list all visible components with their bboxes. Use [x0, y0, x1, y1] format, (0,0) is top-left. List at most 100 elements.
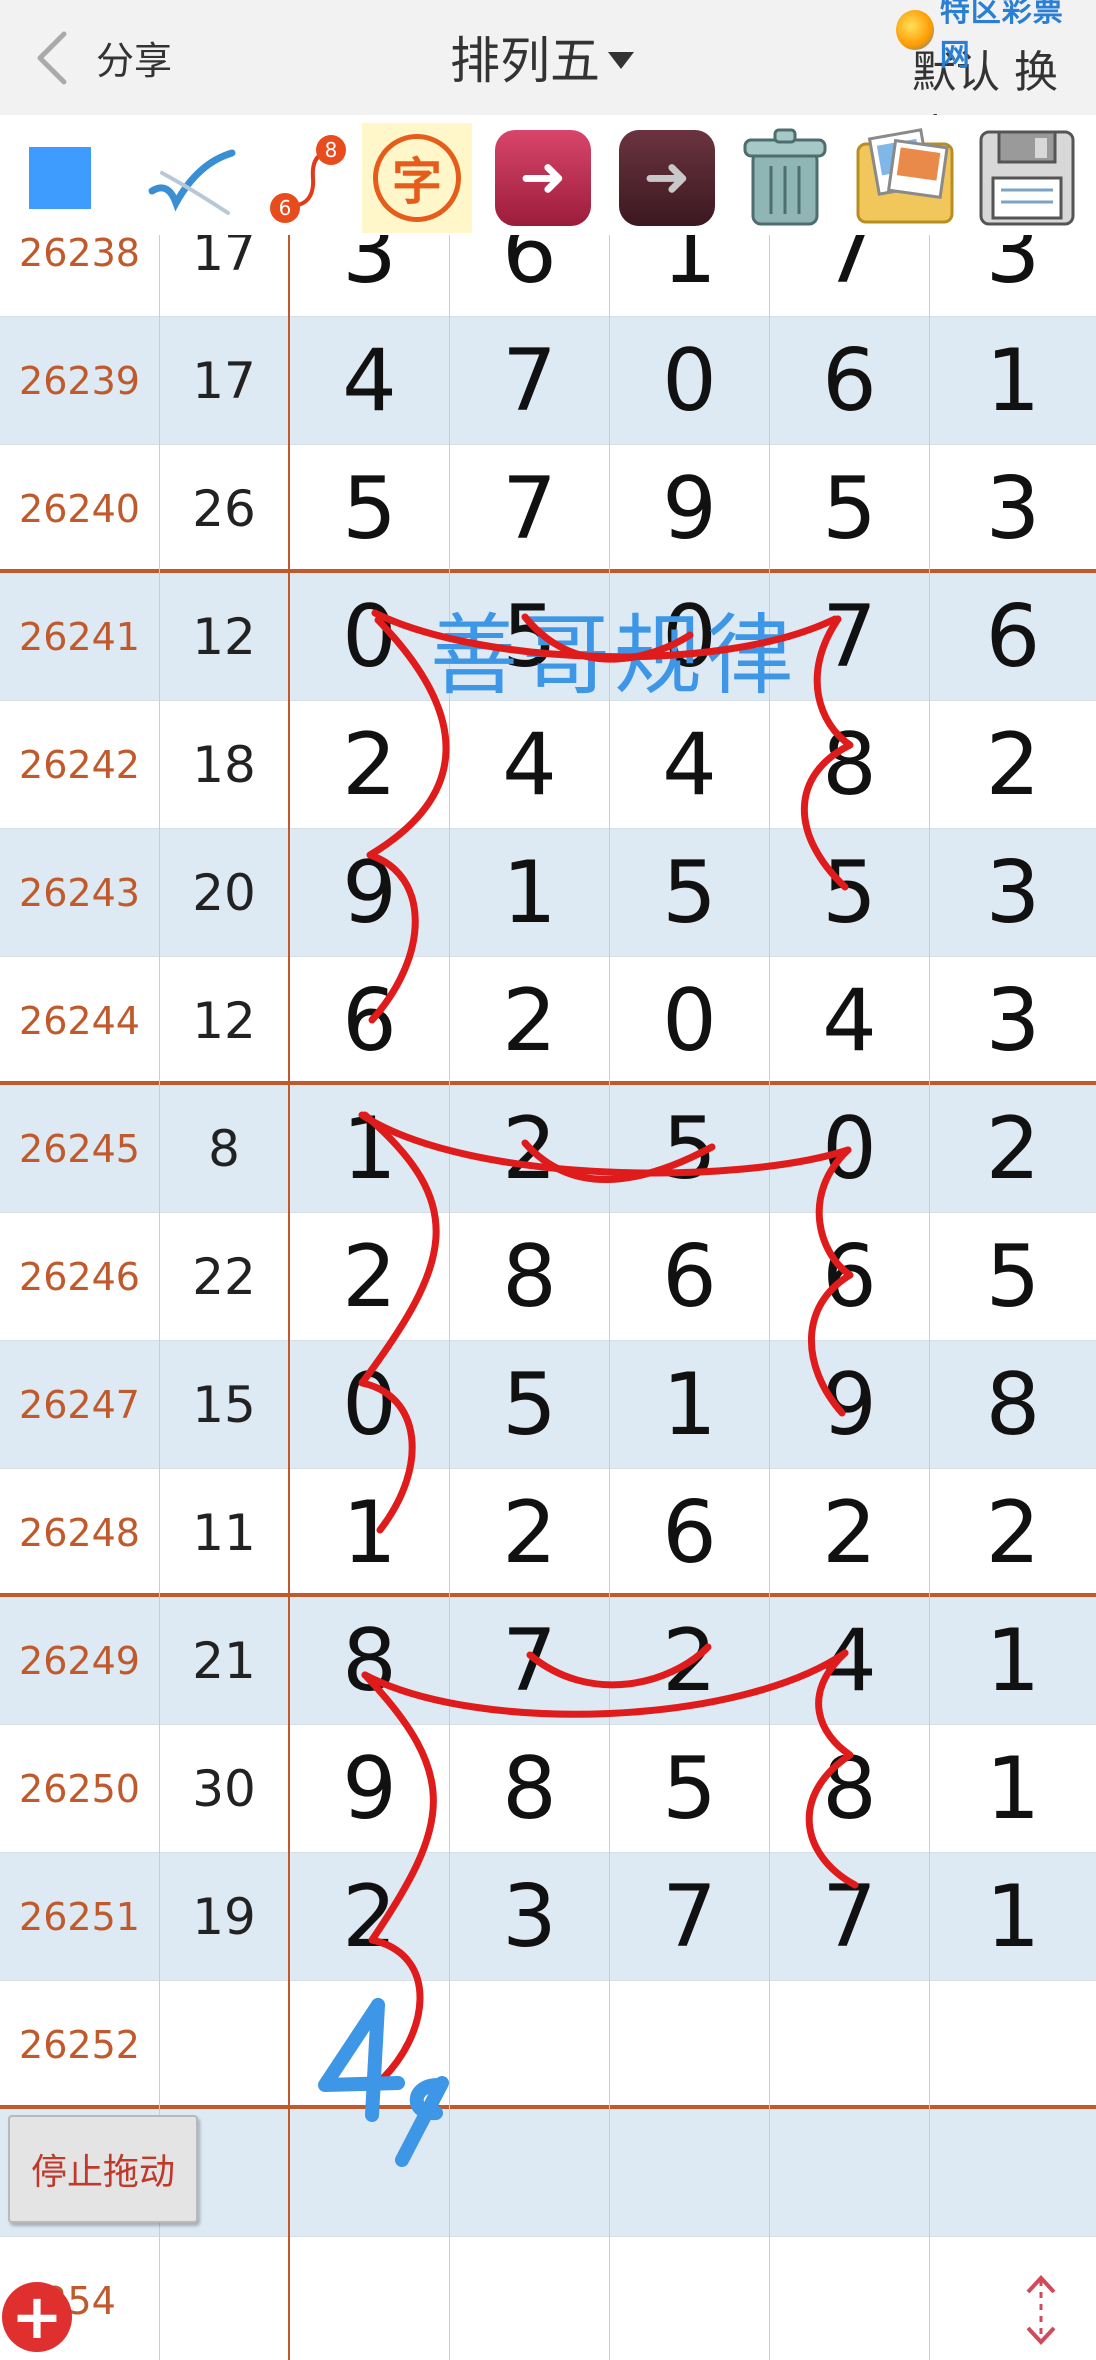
digit-cell[interactable]: 4 — [450, 701, 610, 829]
digit-cell[interactable] — [930, 2237, 1096, 2360]
digit-cell[interactable]: 1 — [930, 1725, 1096, 1853]
digit-cell[interactable] — [930, 2109, 1096, 2237]
digit-cell[interactable] — [930, 1981, 1096, 2109]
digit-cell[interactable] — [610, 2109, 770, 2237]
color-picker-button[interactable] — [5, 125, 115, 230]
digit-cell[interactable]: 2 — [610, 1597, 770, 1725]
digit-cell[interactable]: 3 — [930, 235, 1096, 317]
digit-cell[interactable]: 5 — [610, 829, 770, 957]
digit-cell[interactable]: 1 — [930, 1597, 1096, 1725]
digit-cell[interactable]: 9 — [290, 1725, 450, 1853]
digit-cell[interactable]: 6 — [610, 1213, 770, 1341]
digit-cell[interactable]: 3 — [450, 1853, 610, 1981]
digit-cell[interactable]: 2 — [450, 1469, 610, 1597]
digit-cell[interactable]: 7 — [610, 1853, 770, 1981]
digit-cell[interactable]: 5 — [610, 1085, 770, 1213]
digit-cell[interactable] — [290, 2237, 450, 2360]
clear-button[interactable] — [730, 125, 840, 230]
digit-cell[interactable]: 1 — [610, 235, 770, 317]
digit-sum — [160, 1981, 290, 2109]
digit-cell[interactable]: 1 — [290, 1469, 450, 1597]
text-tool-button[interactable]: 字 — [362, 122, 472, 233]
digit-cell[interactable]: 7 — [450, 445, 610, 573]
digit-cell[interactable]: 4 — [770, 1597, 930, 1725]
digit-cell[interactable]: 2 — [450, 957, 610, 1085]
digit-cell[interactable]: 5 — [770, 829, 930, 957]
digit-cell[interactable]: 1 — [930, 317, 1096, 445]
digit-cell[interactable]: 2 — [770, 1469, 930, 1597]
digit-cell[interactable]: 2 — [930, 1469, 1096, 1597]
undo-button[interactable]: ➜ — [488, 125, 598, 230]
digit-cell[interactable] — [770, 2109, 930, 2237]
digit-cell[interactable]: 5 — [930, 1213, 1096, 1341]
digit-cell[interactable] — [610, 2237, 770, 2360]
digit-cell[interactable]: 5 — [290, 445, 450, 573]
digit-cell[interactable]: 1 — [450, 829, 610, 957]
lottery-type-dropdown[interactable]: 排列五 — [450, 22, 634, 92]
digit-cell[interactable]: 8 — [930, 1341, 1096, 1469]
digit-cell[interactable]: 9 — [290, 829, 450, 957]
digit-cell[interactable]: 0 — [770, 1085, 930, 1213]
digit-cell[interactable]: 3 — [930, 957, 1096, 1085]
digit-cell[interactable] — [450, 2109, 610, 2237]
digit-cell[interactable]: 9 — [610, 445, 770, 573]
digit-cell[interactable]: 7 — [450, 317, 610, 445]
digit-cell[interactable]: 3 — [930, 829, 1096, 957]
digit-cell[interactable]: 2 — [930, 1085, 1096, 1213]
add-button[interactable]: + — [2, 2282, 72, 2352]
digit-cell[interactable]: 2 — [930, 701, 1096, 829]
digit-cell[interactable]: 4 — [610, 701, 770, 829]
digit-cell[interactable] — [290, 2109, 450, 2237]
digit-cell[interactable]: 9 — [770, 1341, 930, 1469]
digit-cell[interactable]: 6 — [610, 1469, 770, 1597]
digit-cell[interactable]: 4 — [770, 957, 930, 1085]
digit-cell[interactable] — [450, 1981, 610, 2109]
digit-cell[interactable]: 1 — [290, 1085, 450, 1213]
digit-cell[interactable]: 7 — [450, 1597, 610, 1725]
digit-cell[interactable]: 5 — [770, 445, 930, 573]
redo-button[interactable]: ➜ — [612, 125, 722, 230]
digit-cell[interactable]: 8 — [770, 701, 930, 829]
digit-cell[interactable]: 0 — [610, 317, 770, 445]
scroll-arrows-icon[interactable] — [1016, 2270, 1066, 2350]
digit-cell[interactable]: 6 — [450, 235, 610, 317]
digit-cell[interactable]: 6 — [290, 957, 450, 1085]
digit-cell[interactable]: 8 — [290, 1597, 450, 1725]
link-tool-button[interactable]: 8 6 — [250, 125, 360, 230]
digit-cell[interactable]: 3 — [930, 445, 1096, 573]
digit-cell[interactable]: 8 — [450, 1213, 610, 1341]
digit-cell[interactable]: 0 — [610, 957, 770, 1085]
digit-cell[interactable] — [770, 1981, 930, 2109]
digit-cell[interactable]: 0 — [290, 573, 450, 701]
digit-cell[interactable]: 5 — [610, 1725, 770, 1853]
digit-cell[interactable]: 7 — [770, 1853, 930, 1981]
digit-cell[interactable]: 4 — [290, 317, 450, 445]
digit-cell[interactable]: 1 — [610, 1341, 770, 1469]
digit-cell[interactable]: 8 — [770, 1725, 930, 1853]
digit-cell[interactable]: 0 — [290, 1341, 450, 1469]
digit-cell[interactable] — [610, 1981, 770, 2109]
digit-cell[interactable]: 7 — [770, 235, 930, 317]
table-row: 26249 21 8 7 2 4 1 — [0, 1597, 1096, 1725]
digit-cell[interactable]: 3 — [290, 235, 450, 317]
digit-cell[interactable]: 2 — [290, 1853, 450, 1981]
digit-cell[interactable]: 2 — [290, 1213, 450, 1341]
share-button[interactable]: 分享 — [96, 30, 172, 85]
digit-cell[interactable]: 8 — [450, 1725, 610, 1853]
digit-cell[interactable]: 1 — [930, 1853, 1096, 1981]
digit-cell[interactable]: 5 — [450, 1341, 610, 1469]
digit-cell[interactable]: 2 — [450, 1085, 610, 1213]
digit-cell[interactable]: 6 — [770, 317, 930, 445]
stop-drag-button[interactable]: 停止拖动 — [8, 2115, 198, 2223]
digit-cell[interactable] — [770, 2237, 930, 2360]
pen-tool-button[interactable] — [135, 125, 245, 230]
digit-cell[interactable] — [290, 1981, 450, 2109]
digit-cell[interactable]: 6 — [930, 573, 1096, 701]
open-image-button[interactable] — [850, 125, 960, 230]
digit-cell[interactable]: 2 — [290, 701, 450, 829]
back-chevron-icon[interactable] — [28, 28, 78, 88]
save-button[interactable] — [972, 125, 1082, 230]
zi-icon: 字 — [362, 122, 472, 233]
digit-cell[interactable] — [450, 2237, 610, 2360]
digit-cell[interactable]: 6 — [770, 1213, 930, 1341]
